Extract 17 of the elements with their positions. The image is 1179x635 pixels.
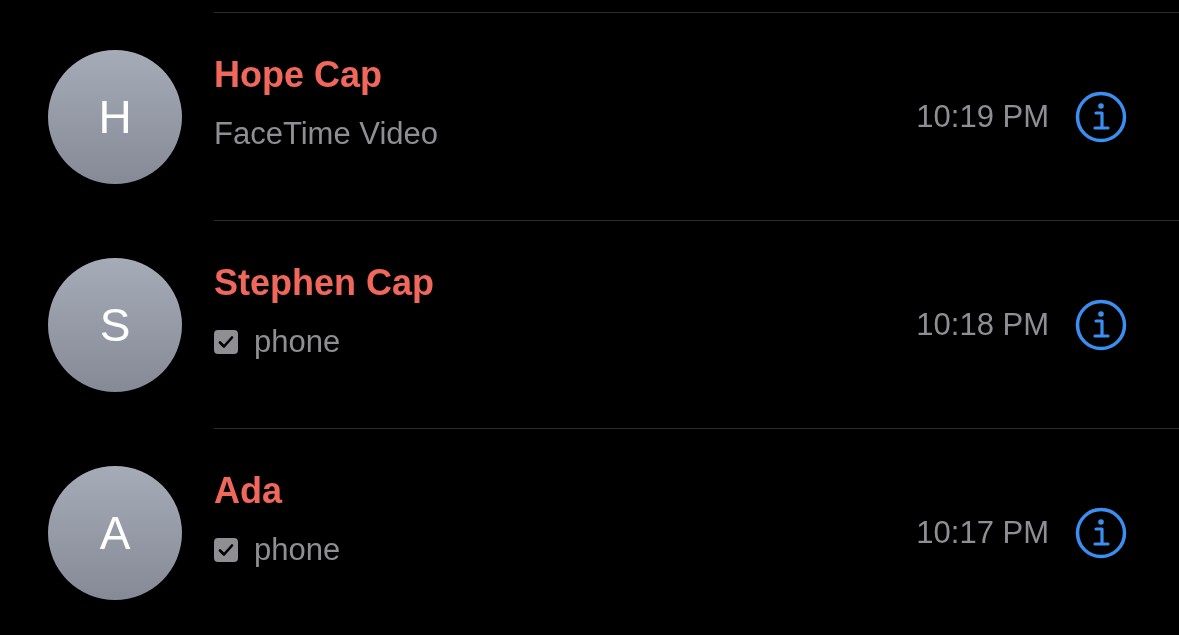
caller-name: Ada (214, 469, 284, 512)
caller-name: Hope Cap (214, 53, 383, 96)
call-time: 10:19 PM (916, 98, 1049, 135)
checkbox-icon (214, 329, 238, 354)
call-type: phone (254, 323, 341, 360)
info-icon[interactable] (1075, 506, 1127, 559)
call-time: 10:17 PM (916, 514, 1049, 551)
info-icon[interactable] (1075, 298, 1127, 351)
call-type: phone (254, 531, 341, 568)
call-type: FaceTime Video (214, 115, 438, 152)
caller-name: Stephen Cap (214, 261, 436, 304)
info-icon[interactable] (1075, 90, 1127, 143)
avatar: A (48, 466, 182, 600)
avatar: S (48, 258, 182, 392)
checkbox-icon (214, 537, 238, 562)
call-time: 10:18 PM (916, 306, 1049, 343)
avatar: H (48, 50, 182, 184)
